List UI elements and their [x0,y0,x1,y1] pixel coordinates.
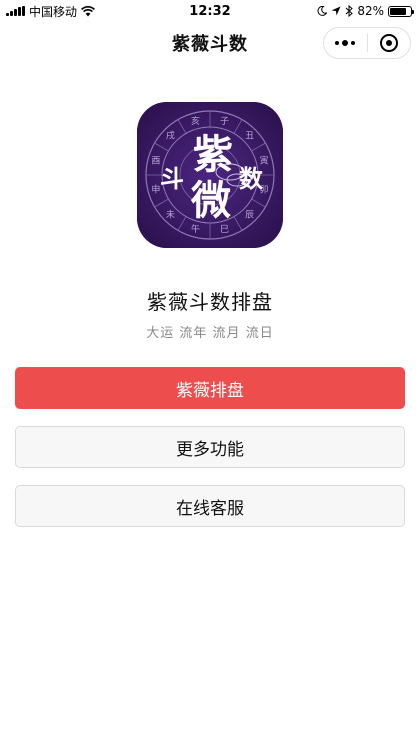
page-title: 紫薇斗数 [172,34,248,55]
app-name: 紫薇斗数排盘 [147,290,273,314]
logo-ring-glyph: 子 [220,116,229,127]
logo-ring-glyph: 丑 [245,130,254,141]
logo-glyph-dou: 斗 [160,164,184,193]
more-dots-icon [335,40,356,46]
more-button[interactable] [324,28,367,58]
app-logo: 子丑寅卯辰巳午未申酉戌亥 紫 斗 微 数 [137,102,283,248]
app-logo-graphic: 子丑寅卯辰巳午未申酉戌亥 紫 斗 微 数 [137,102,283,248]
bluetooth-icon [345,5,354,17]
wifi-icon [81,5,95,16]
battery-percent: 82% [357,4,384,18]
location-icon [331,6,341,16]
ziwei-chart-button[interactable]: 紫薇排盘 [15,367,405,409]
moon-icon [317,6,328,16]
signal-icon [6,6,25,16]
status-bar-right: 82% [317,4,414,18]
logo-ring-glyph: 亥 [191,115,200,127]
logo-glyph-wei: 微 [190,177,231,224]
mini-program-screen: 中国移动 12:32 82% 紫薇斗数 子 丑 寅 卯 辰 巳 午 未 申 酉 … [0,0,420,747]
close-target-icon [379,34,398,52]
status-bar: 中国移动 12:32 82% [0,0,420,22]
status-bar-left: 中国移动 [6,3,95,20]
battery-level [390,7,407,15]
logo-ring-glyph: 辰 [245,210,254,221]
logo-ring-glyph: 午 [191,223,200,235]
carrier-label: 中国移动 [29,4,78,19]
customer-service-button[interactable]: 在线客服 [15,485,405,527]
more-features-button[interactable]: 更多功能 [15,426,405,468]
app-subtitle: 大运 流年 流月 流日 [146,326,274,341]
logo-glyph-zi: 紫 [193,131,233,178]
logo-ring-glyph: 戌 [166,129,175,141]
battery-icon [388,5,414,17]
logo-glyph-shu: 数 [239,164,264,193]
logo-ring-glyph: 巳 [220,224,229,235]
mini-program-capsule [323,27,411,59]
logo-ring-glyph: 未 [166,209,175,221]
nav-bar: 紫薇斗数 [0,22,420,64]
close-button[interactable] [367,28,410,58]
